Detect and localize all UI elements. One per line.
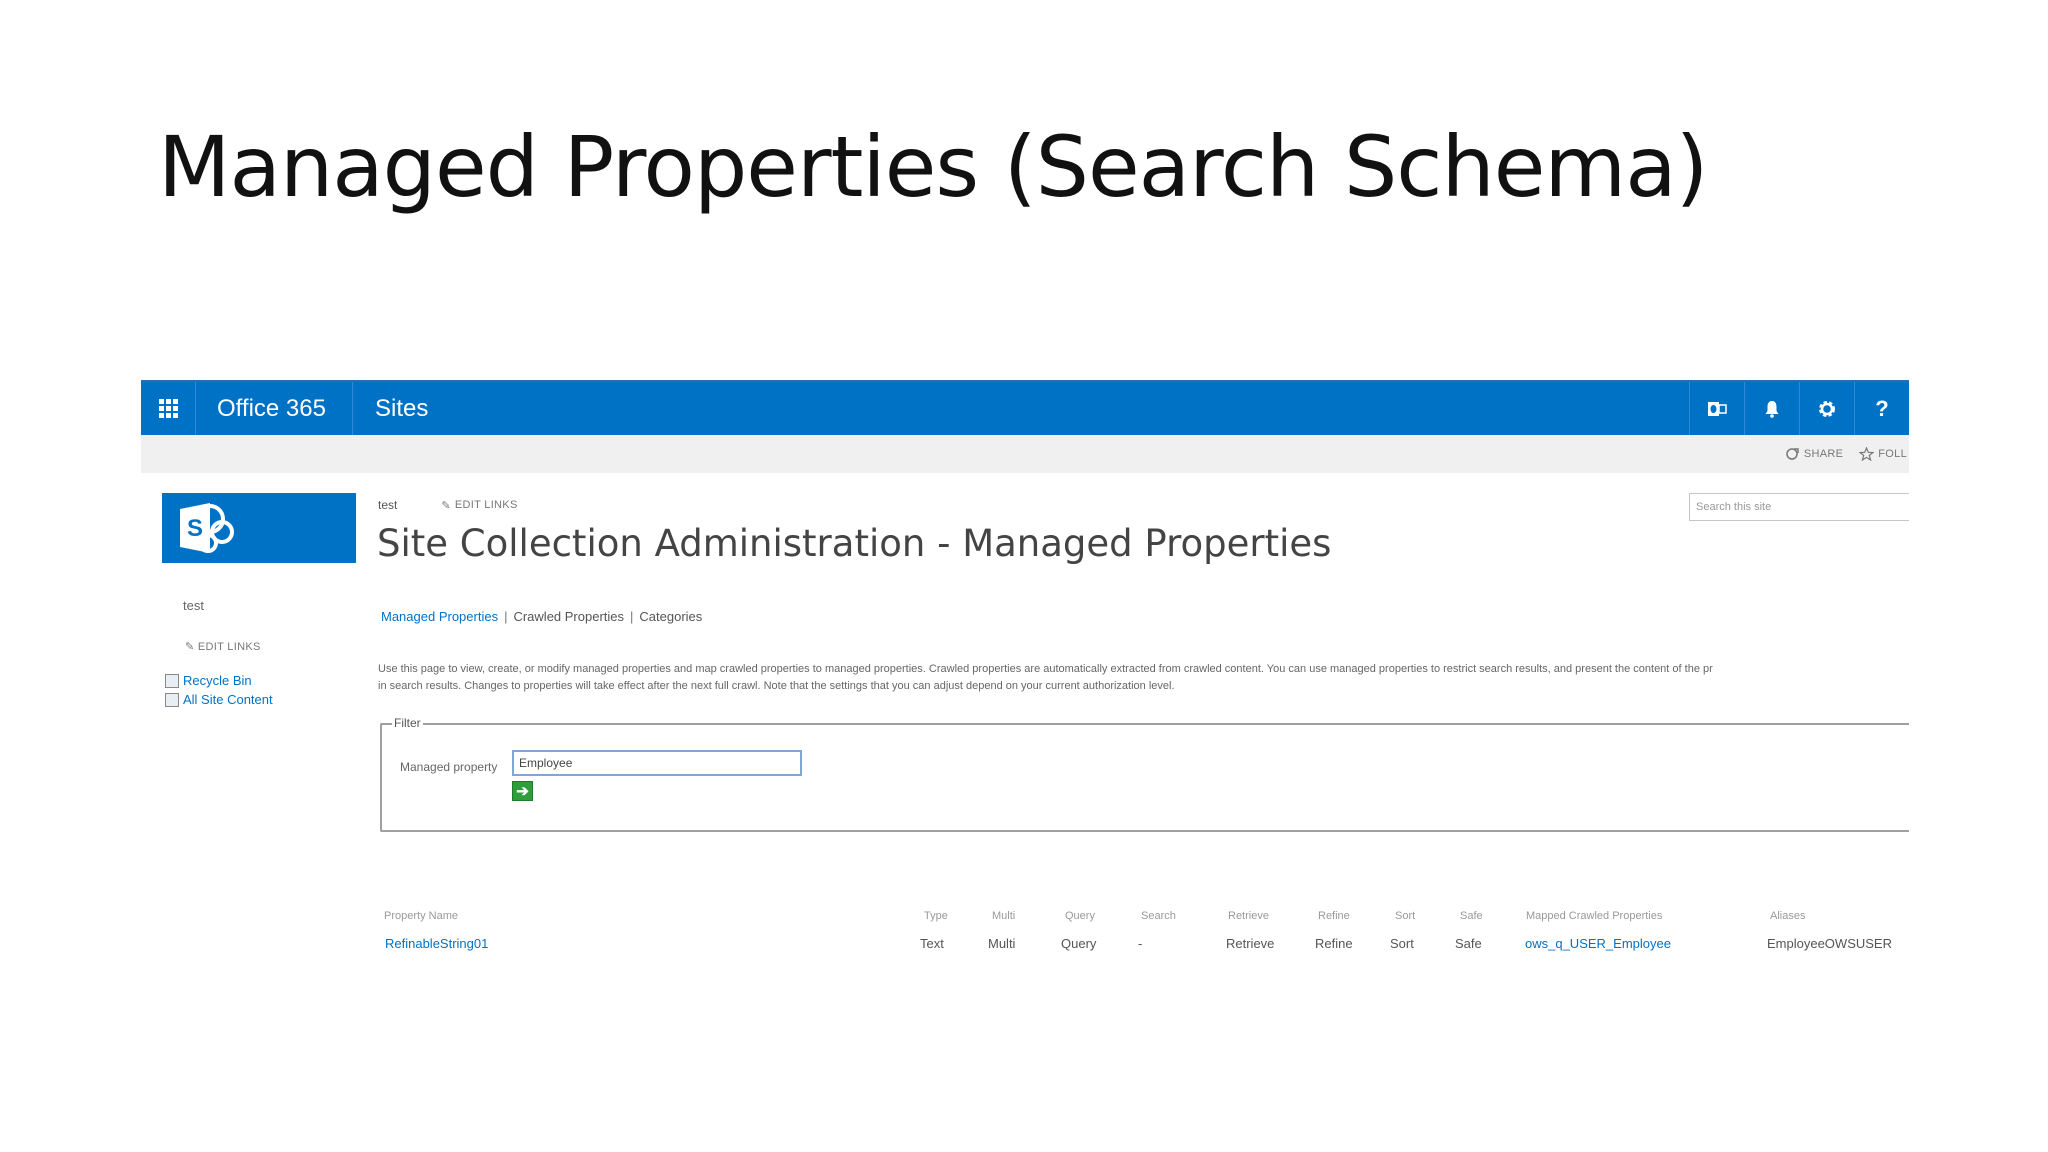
nav-item-recycle-bin[interactable]: Recycle Bin	[165, 673, 273, 688]
pencil-icon: ✎	[441, 499, 451, 512]
pencil-icon: ✎	[185, 641, 195, 653]
table-cell: -	[1138, 936, 1143, 951]
description-line-1: Use this page to view, create, or modify…	[378, 663, 1713, 675]
tab-separator: |	[630, 609, 634, 624]
table-cell: Query	[1061, 936, 1097, 951]
nav-edit-links[interactable]: ✎ EDIT LINKS	[185, 640, 261, 653]
table-cell: Text	[920, 936, 944, 951]
property-tabs: Managed Properties | Crawled Properties …	[381, 609, 702, 624]
column-header: Mapped Crawled Properties	[1526, 910, 1663, 922]
slide-title: Managed Properties (Search Schema)	[158, 118, 1708, 216]
breadcrumb-site[interactable]: test	[378, 498, 397, 512]
follow-button[interactable]: FOLL	[1859, 447, 1907, 461]
nav-item-all-site-content[interactable]: All Site Content	[165, 692, 273, 707]
column-header: Search	[1141, 910, 1176, 922]
table-cell: Sort	[1390, 936, 1414, 951]
property-name-link[interactable]: RefinableString01	[385, 936, 488, 951]
outlook-icon[interactable]	[1689, 382, 1744, 435]
edit-links-label: EDIT LINKS	[454, 499, 518, 511]
office-365-brand[interactable]: Office 365	[197, 382, 353, 435]
sharepoint-logo-icon: S	[180, 503, 234, 553]
bell-icon[interactable]	[1744, 382, 1799, 435]
column-header: Query	[1065, 910, 1095, 922]
column-header: Refine	[1318, 910, 1350, 922]
column-header: Property Name	[384, 910, 458, 922]
suite-bar: Office 365 Sites ?	[141, 380, 1909, 435]
arrow-right-icon: ➔	[516, 783, 529, 800]
table-cell: Refine	[1315, 936, 1353, 951]
table-cell: Multi	[988, 936, 1016, 951]
column-header: Multi	[992, 910, 1016, 922]
nav-item-label: All Site Content	[183, 692, 273, 707]
filter-legend: Filter	[392, 716, 423, 730]
mapped-crawled-property-link[interactable]: ows_q_USER_Employee	[1525, 936, 1671, 951]
app-launcher-icon[interactable]	[141, 382, 196, 435]
search-input[interactable]: Search this site	[1689, 493, 1909, 521]
table-cell: Retrieve	[1226, 936, 1275, 951]
star-icon	[1859, 447, 1875, 461]
recycle-bin-icon	[165, 673, 179, 688]
managed-property-input[interactable]	[512, 750, 802, 776]
follow-label: FOLL	[1878, 448, 1907, 460]
nav-site-name[interactable]: test	[183, 598, 204, 613]
nav-item-label: Recycle Bin	[183, 673, 252, 688]
column-header: Safe	[1460, 910, 1483, 922]
column-header: Aliases	[1770, 910, 1806, 922]
tab-managed-properties[interactable]: Managed Properties	[381, 609, 498, 624]
site-content-icon	[165, 692, 179, 707]
sites-link[interactable]: Sites	[353, 382, 428, 435]
share-label: SHARE	[1803, 448, 1844, 460]
left-navigation: test ✎ EDIT LINKS Recycle Bin All Site C…	[165, 598, 273, 707]
table-cell: EmployeeOWSUSER	[1767, 936, 1892, 951]
page-description: Use this page to view, create, or modify…	[378, 661, 1909, 695]
ribbon-bar: SHARE FOLL	[141, 435, 1909, 473]
description-line-2: in search results. Changes to properties…	[378, 680, 1175, 692]
logo-letter: S	[187, 515, 203, 542]
filter-group: Filter Managed property ➔	[380, 716, 1909, 832]
tab-crawled-properties[interactable]: Crawled Properties	[513, 609, 624, 624]
tab-categories[interactable]: Categories	[639, 609, 702, 624]
sharepoint-logo[interactable]: S	[162, 493, 356, 563]
tab-separator: |	[504, 609, 508, 624]
edit-links-button[interactable]: ✎ EDIT LINKS	[441, 498, 517, 512]
filter-go-button[interactable]: ➔	[512, 781, 533, 801]
column-header: Type	[924, 910, 948, 922]
page-title: Site Collection Administration - Managed…	[377, 522, 1332, 565]
table-cell: Safe	[1455, 936, 1482, 951]
share-icon	[1786, 448, 1799, 460]
column-header: Retrieve	[1228, 910, 1269, 922]
help-icon[interactable]: ?	[1854, 382, 1909, 435]
managed-property-label: Managed property	[400, 760, 498, 774]
share-button[interactable]: SHARE	[1785, 447, 1843, 461]
gear-icon[interactable]	[1799, 382, 1854, 435]
sharepoint-screenshot: Office 365 Sites ? SHARE FOLL S test ✎ E…	[141, 380, 1909, 1152]
nav-edit-links-label: EDIT LINKS	[197, 641, 261, 653]
breadcrumb: test ✎ EDIT LINKS	[378, 498, 518, 512]
column-header: Sort	[1395, 910, 1416, 922]
